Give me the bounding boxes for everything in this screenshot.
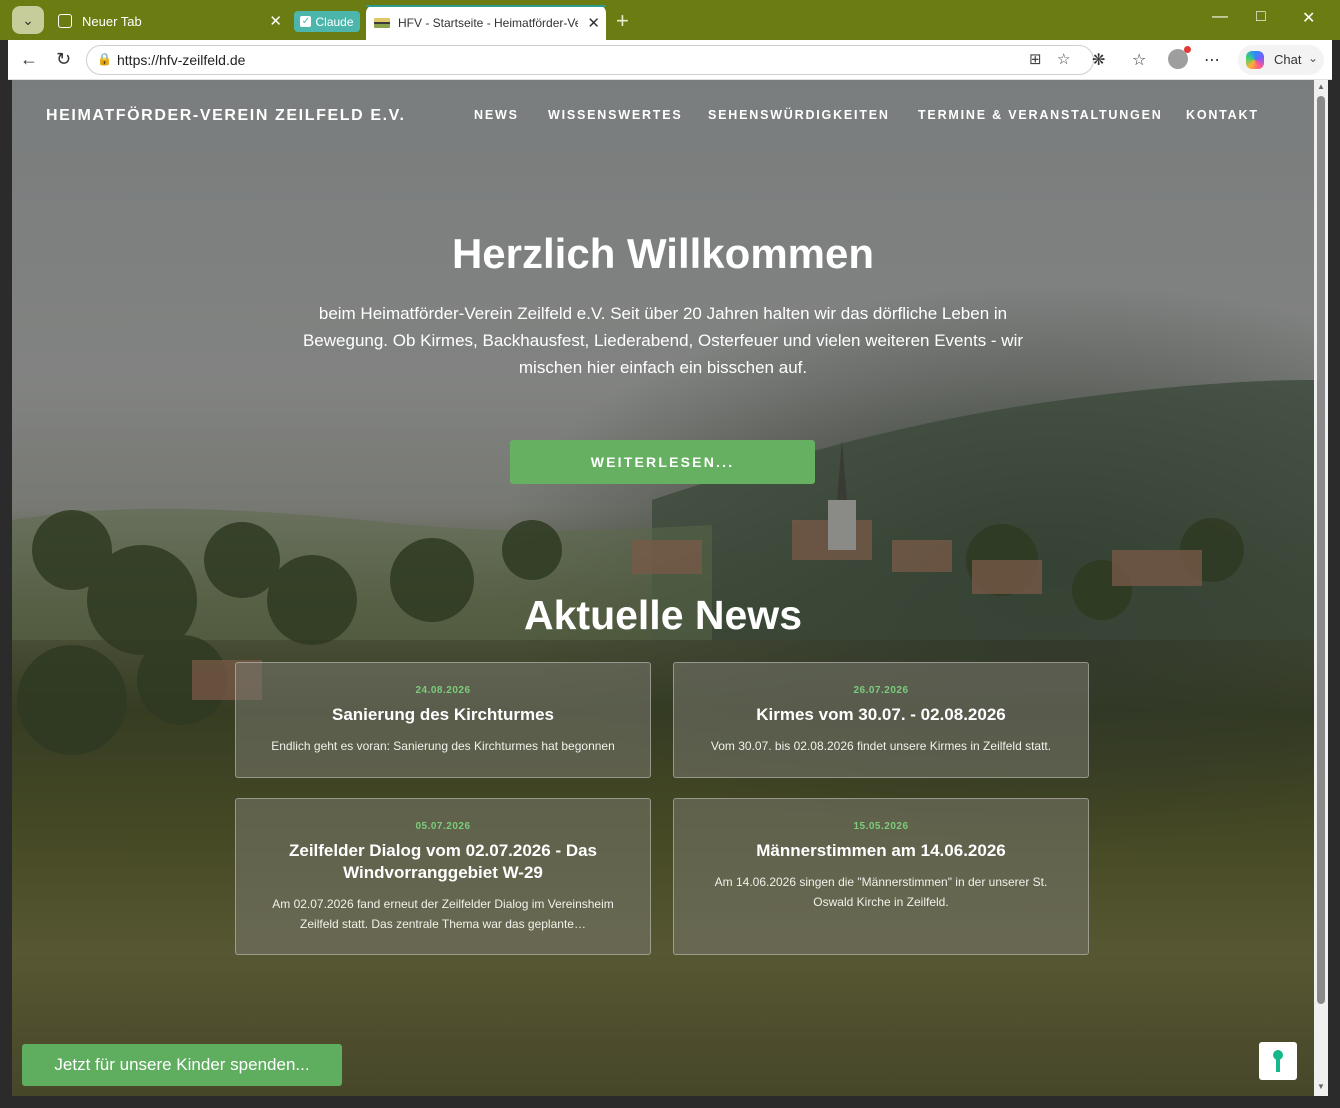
tab-actions-menu-button[interactable]: ⌄ <box>12 6 44 34</box>
news-section-title: Aktuelle News <box>524 592 802 638</box>
nav-item-wissenswertes[interactable]: WISSENSWERTES <box>548 108 683 122</box>
scrollbar-thumb[interactable] <box>1317 96 1325 1004</box>
tab-label: HFV - Startseite - Heimatförder-Ve <box>398 15 578 30</box>
news-date: 05.07.2026 <box>415 821 471 832</box>
nav-item-kontakt[interactable]: KONTAKT <box>1186 108 1259 122</box>
news-excerpt: Am 02.07.2026 fand erneut der Zeilfelder… <box>272 897 614 931</box>
plus-icon[interactable]: + <box>616 8 629 34</box>
claude-chip-label: Claude <box>315 14 354 29</box>
news-excerpt: Am 14.06.2026 singen die "Männerstimmen"… <box>714 875 1048 909</box>
news-card[interactable]: 26.07.2026 Kirmes vom 30.07. - 02.08.202… <box>673 662 1089 778</box>
news-excerpt: Endlich geht es voran: Sanierung des Kir… <box>271 739 615 753</box>
lock-icon: 🔒 <box>97 52 112 66</box>
favorite-star-icon[interactable]: ☆ <box>1057 50 1070 68</box>
news-card[interactable]: 05.07.2026 Zeilfelder Dialog vom 02.07.2… <box>235 798 651 955</box>
page-viewport: HEIMATFÖRDER-VEREIN ZEILFELD E.V. NEWS W… <box>12 80 1314 1096</box>
check-icon: ✓ <box>300 16 312 27</box>
address-bar[interactable]: 🔒 https://hfv-zeilfeld.de ⊞ ☆ <box>86 45 1094 75</box>
back-arrow-icon[interactable]: ← <box>20 49 38 70</box>
nav-item-sehenswuerdigkeiten[interactable]: SEHENSWÜRDIGKEITEN <box>708 108 890 122</box>
tab-label: Neuer Tab <box>82 13 142 29</box>
chat-label: Chat <box>1274 52 1302 67</box>
app-available-icon[interactable]: ⊞ <box>1029 50 1042 68</box>
extensions-icon[interactable]: ❋ <box>1092 50 1105 70</box>
new-tab-icon <box>58 14 72 28</box>
scroll-down-icon[interactable]: ▼ <box>1317 1082 1325 1091</box>
claude-tab-group-chip[interactable]: ✓ Claude <box>294 11 360 32</box>
scroll-up-icon[interactable]: ▲ <box>1317 82 1325 91</box>
news-title[interactable]: Kirmes vom 30.07. - 02.08.2026 <box>674 704 1088 726</box>
close-icon[interactable]: ✕ <box>587 14 600 32</box>
close-icon[interactable]: ✕ <box>269 12 282 30</box>
browser-titlebar: ⌄ Neuer Tab ✕ ✓ Claude HFV - Startseite … <box>0 0 1340 40</box>
copilot-logo-icon <box>1246 51 1264 69</box>
accessibility-key-icon <box>1273 1050 1283 1072</box>
accessibility-button[interactable] <box>1259 1042 1297 1080</box>
nav-item-news[interactable]: NEWS <box>474 108 519 122</box>
news-date: 15.05.2026 <box>853 821 909 832</box>
hero-text: beim Heimatförder-Verein Zeilfeld e.V. S… <box>302 304 1024 377</box>
news-title[interactable]: Zeilfelder Dialog vom 02.07.2026 - Das W… <box>236 840 650 884</box>
maximize-icon[interactable]: □ <box>1256 8 1266 26</box>
browser-toolbar: ← ↻ 🔒 https://hfv-zeilfeld.de ⊞ ☆ ❋ ☆ ⋯ … <box>8 40 1332 80</box>
nav-item-termine[interactable]: TERMINE & VERANSTALTUNGEN <box>918 108 1163 122</box>
chevron-down-icon[interactable]: ⌄ <box>1308 51 1318 65</box>
profile-avatar[interactable] <box>1168 46 1191 69</box>
more-options-icon[interactable]: ⋯ <box>1204 50 1220 70</box>
news-card[interactable]: 24.08.2026 Sanierung des Kirchturmes End… <box>235 662 651 778</box>
url-text[interactable]: https://hfv-zeilfeld.de <box>117 52 245 68</box>
chevron-down-icon: ⌄ <box>22 11 34 28</box>
read-more-button[interactable]: WEITERLESEN... <box>510 440 815 484</box>
news-title[interactable]: Männerstimmen am 14.06.2026 <box>674 840 1088 862</box>
page-scrollbar[interactable]: ▲ ▼ <box>1314 80 1328 1096</box>
close-window-icon[interactable]: ✕ <box>1302 8 1315 28</box>
minimize-icon[interactable]: — <box>1212 8 1228 26</box>
reload-icon[interactable]: ↻ <box>56 49 71 70</box>
tab-new-tab[interactable]: Neuer Tab ✕ <box>52 6 288 36</box>
news-title[interactable]: Sanierung des Kirchturmes <box>236 704 650 726</box>
favorites-icon[interactable]: ☆ <box>1132 50 1146 70</box>
site-favicon-icon <box>374 17 390 28</box>
news-card[interactable]: 15.05.2026 Männerstimmen am 14.06.2026 A… <box>673 798 1089 955</box>
news-date: 24.08.2026 <box>415 685 471 696</box>
copilot-chat-button[interactable]: Chat ⌄ <box>1238 45 1324 75</box>
tab-hfv-startseite[interactable]: HFV - Startseite - Heimatförder-Ve ✕ <box>366 5 606 40</box>
news-date: 26.07.2026 <box>853 685 909 696</box>
news-excerpt: Vom 30.07. bis 02.08.2026 findet unsere … <box>710 739 1052 753</box>
hero-title: Herzlich Willkommen <box>451 230 875 277</box>
donate-button[interactable]: Jetzt für unsere Kinder spenden... <box>22 1044 342 1086</box>
site-title[interactable]: HEIMATFÖRDER-VEREIN ZEILFELD E.V. <box>46 107 406 125</box>
